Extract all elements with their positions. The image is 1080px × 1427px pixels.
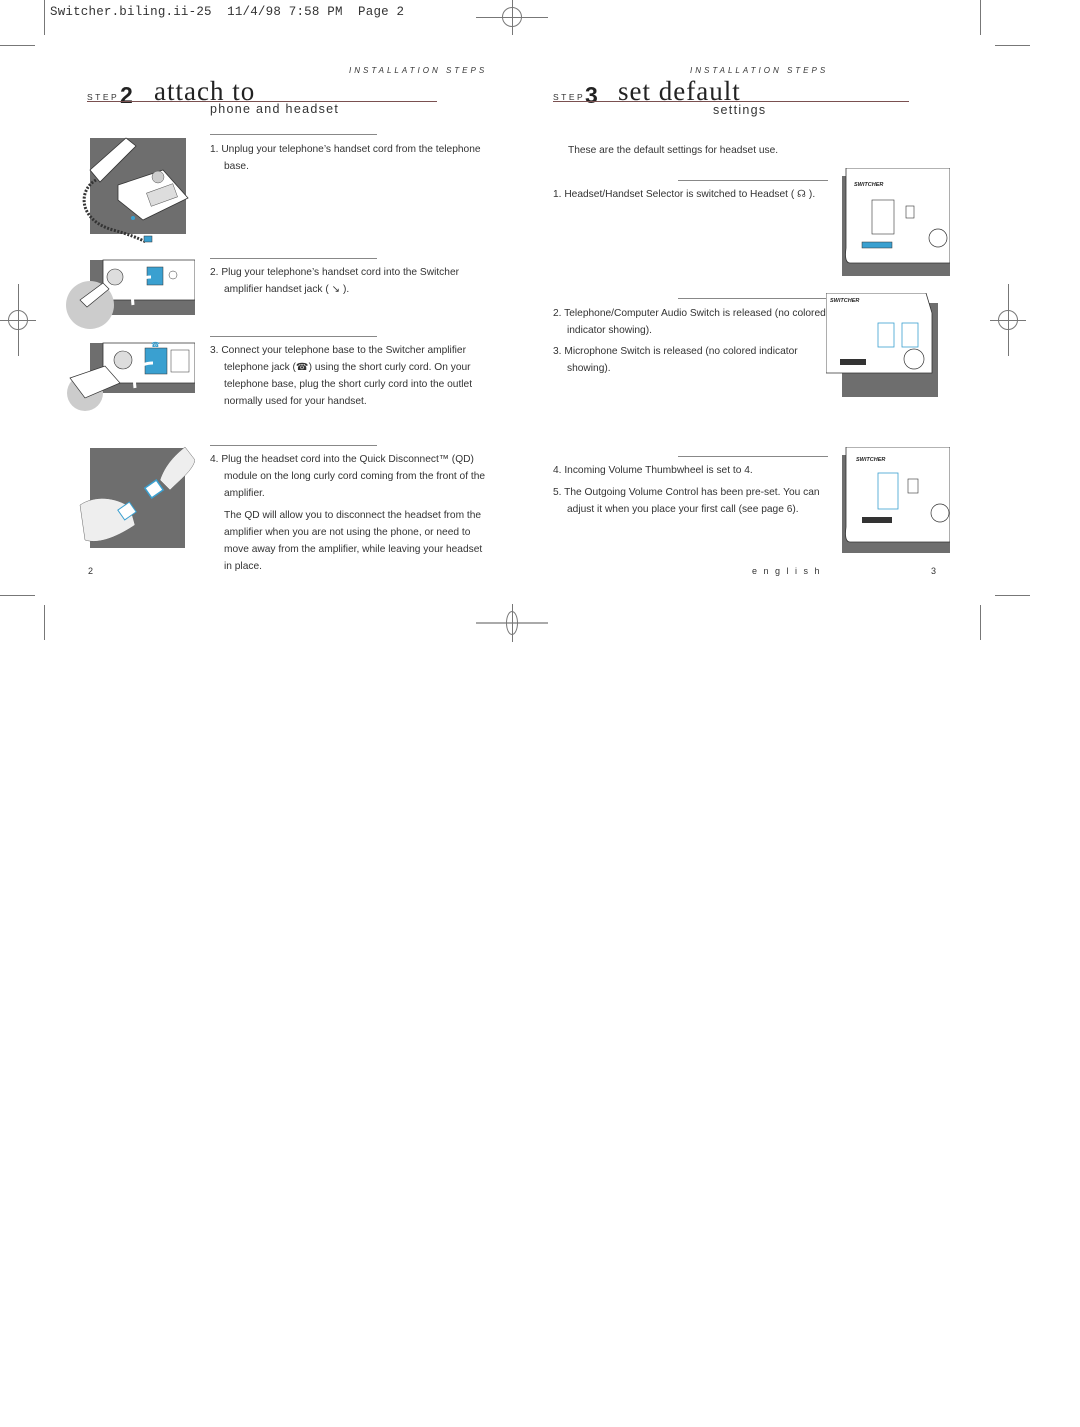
svg-text:☎: ☎: [151, 341, 160, 349]
page-number-left: 2: [88, 566, 94, 576]
footer-language: e n g l i s h: [752, 566, 822, 576]
setting-item-4: 4. Incoming Volume Thumbwheel is set to …: [553, 465, 753, 476]
headset-selector-device-illustration: SWITCHER: [842, 168, 950, 276]
step-subtitle: phone and headset: [210, 102, 340, 116]
setting-item-5: 5. The Outgoing Volume Control has been …: [553, 487, 820, 515]
step-item-2: 2. Plug your telephone’s handset cord in…: [210, 267, 459, 295]
qd-note: The QD will allow you to disconnect the …: [224, 510, 483, 572]
step-subtitle: settings: [713, 103, 767, 117]
registration-mark: [998, 310, 1018, 330]
setting-item-1: 1. Headset/Handset Selector is switched …: [553, 189, 816, 200]
handset-jack-illustration: [65, 255, 195, 335]
registration-mark: [502, 7, 522, 27]
slug-line: Switcher.biling.ii-25 11/4/98 7:58 PM Pa…: [50, 5, 405, 19]
item-separator: [678, 456, 828, 457]
svg-text:SWITCHER: SWITCHER: [854, 182, 883, 188]
title-rule: [553, 101, 909, 102]
crop-mark: [980, 0, 981, 35]
svg-text:SWITCHER: SWITCHER: [856, 457, 885, 463]
quick-disconnect-illustration: [75, 445, 195, 555]
telephone-unplug-illustration: [68, 130, 193, 250]
section-kicker: INSTALLATION STEPS: [349, 66, 488, 75]
svg-text:SWITCHER: SWITCHER: [830, 298, 859, 304]
item-separator: [210, 134, 377, 135]
item-separator: [678, 180, 828, 181]
crop-mark: [44, 605, 45, 640]
item-separator: [678, 298, 828, 299]
crop-mark: [980, 605, 981, 640]
step-item-4: 4. Plug the headset cord into the Quick …: [210, 454, 486, 499]
crop-mark: [995, 45, 1030, 46]
crop-mark: [0, 45, 35, 46]
crop-mark: [0, 595, 35, 596]
audio-switch-device-illustration: SWITCHER: [826, 293, 938, 397]
registration-mark: [8, 310, 28, 330]
step-item-1: 1. Unplug your telephone’s handset cord …: [210, 144, 481, 172]
setting-item-2: 2. Telephone/Computer Audio Switch is re…: [553, 308, 826, 336]
intro-text: These are the default settings for heads…: [568, 145, 779, 156]
item-separator: [210, 336, 377, 337]
section-kicker: INSTALLATION STEPS: [690, 66, 829, 75]
item-separator: [210, 258, 377, 259]
telephone-jack-illustration: ☎: [65, 338, 195, 413]
step-number: 2: [120, 82, 133, 108]
setting-item-3: 3. Microphone Switch is released (no col…: [553, 346, 798, 374]
step-item-3: 3. Connect your telephone base to the Sw…: [210, 345, 473, 407]
registration-mark: [506, 611, 518, 635]
item-separator: [210, 445, 377, 446]
page-number-right: 3: [931, 566, 937, 576]
crop-mark: [44, 0, 45, 35]
step-number: 3: [585, 82, 598, 108]
volume-thumbwheel-device-illustration: SWITCHER: [842, 447, 950, 553]
crop-mark: [995, 595, 1030, 596]
